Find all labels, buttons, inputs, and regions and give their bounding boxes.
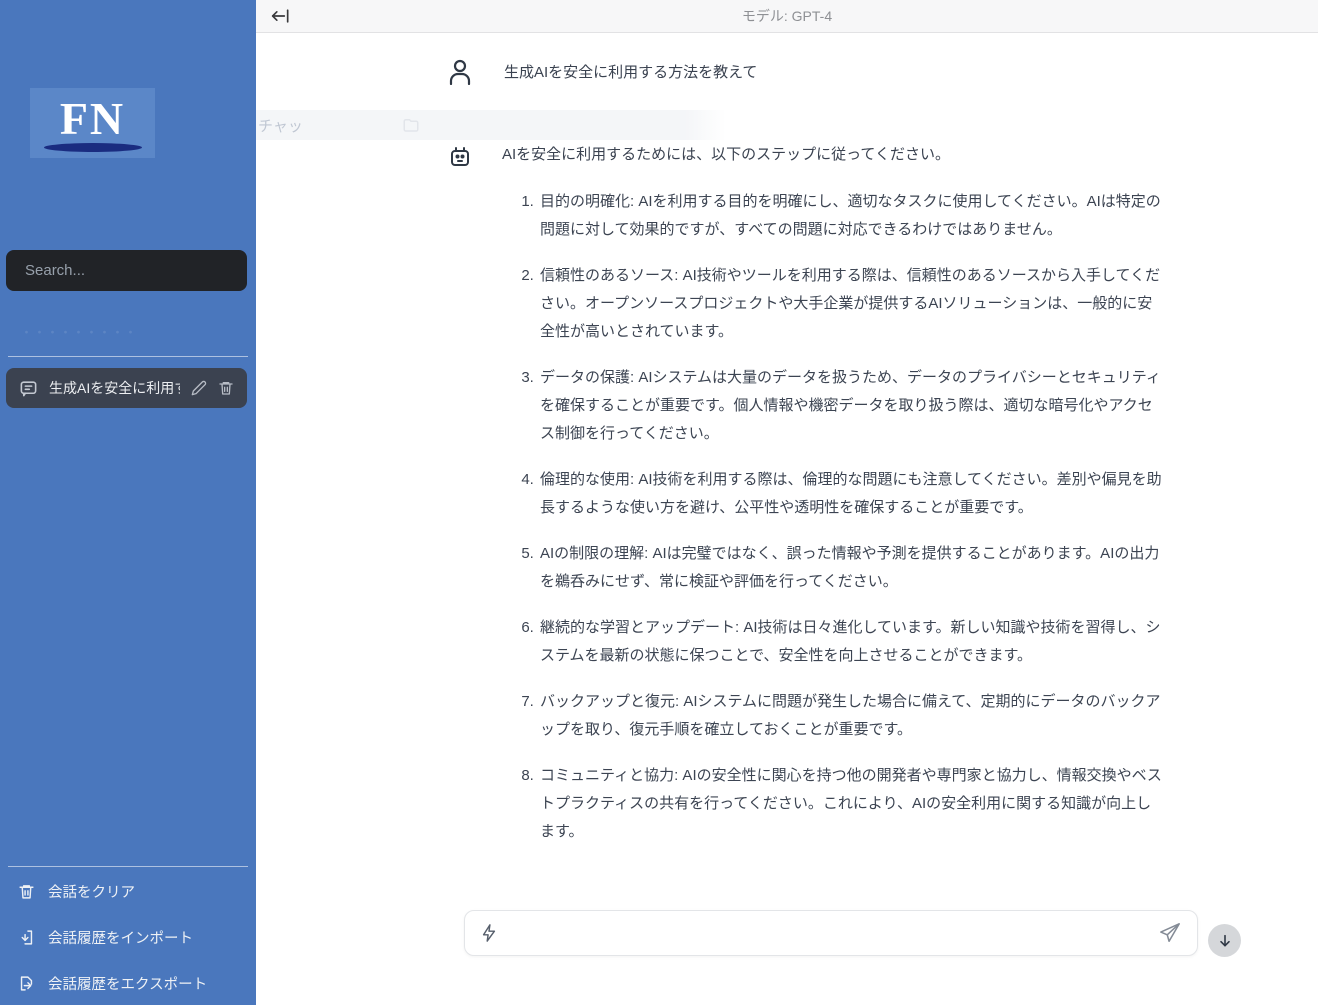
logo-underline bbox=[44, 143, 142, 152]
assistant-step-item: 目的の明確化: AIを利用する目的を明確にし、適切なタスクに使用してください。A… bbox=[538, 188, 1162, 244]
assistant-step-item: 信頼性のあるソース: AI技術やツールを利用する際は、信頼性のあるソースから入手… bbox=[538, 262, 1162, 346]
assistant-icon-column bbox=[448, 140, 470, 864]
user-message-text: 生成AIを安全に利用する方法を教えて bbox=[504, 61, 757, 82]
collapse-sidebar-button[interactable] bbox=[269, 4, 293, 28]
clear-conversation-button[interactable]: 会話をクリア bbox=[18, 878, 135, 904]
composer bbox=[464, 910, 1198, 956]
assistant-step-item: バックアップと復元: AIシステムに問題が発生した場合に備えて、定期的にデータの… bbox=[538, 688, 1162, 744]
trash-icon bbox=[18, 883, 35, 900]
quick-prompt-button[interactable] bbox=[481, 924, 497, 942]
export-history-button[interactable]: 会話履歴をエクスポート bbox=[18, 970, 207, 996]
conversation-title: 生成AIを安全に利用す... bbox=[49, 378, 180, 398]
send-button[interactable] bbox=[1159, 922, 1181, 944]
assistant-step-item: 倫理的な使用: AI技術を利用する際は、倫理的な問題にも注意してください。差別や… bbox=[538, 466, 1162, 522]
message-input[interactable] bbox=[509, 925, 1147, 942]
trash-icon bbox=[218, 380, 234, 396]
delete-conversation-button[interactable] bbox=[218, 380, 234, 396]
sidebar: FN ・・・・・・・・・ 生成AIを安全に利用す... 会話をクリア bbox=[0, 0, 256, 1005]
user-icon bbox=[448, 59, 472, 85]
app-logo: FN bbox=[30, 88, 155, 158]
assistant-intro-text: AIを安全に利用するためには、以下のステップに従ってください。 bbox=[502, 140, 1162, 170]
sidebar-divider-bottom bbox=[8, 866, 248, 867]
chat-bubble-icon bbox=[19, 379, 38, 398]
ghost-artifact-row: ・・・・・・・・・ bbox=[20, 322, 236, 340]
ghost-artifact-band: チャット bbox=[256, 110, 1318, 140]
export-icon bbox=[18, 975, 35, 992]
clear-conversation-label: 会話をクリア bbox=[48, 881, 135, 902]
assistant-step-item: AIの制限の理解: AIは完璧ではなく、誤った情報や予測を提供することがあります… bbox=[538, 540, 1162, 596]
sidebar-divider-top bbox=[8, 356, 248, 357]
logo-text: FN bbox=[60, 96, 125, 142]
main-panel: モデル: GPT-4 生成AIを安全に利用する方法を教えて チャット bbox=[256, 0, 1318, 1005]
lightning-icon bbox=[481, 924, 497, 942]
export-history-label: 会話履歴をエクスポート bbox=[48, 973, 207, 994]
assistant-message-content: AIを安全に利用するためには、以下のステップに従ってください。 目的の明確化: … bbox=[502, 140, 1162, 864]
assistant-step-item: データの保護: AIシステムは大量のデータを扱うため、データのプライバシーとセキ… bbox=[538, 364, 1162, 448]
arrow-down-icon bbox=[1217, 933, 1233, 949]
import-history-button[interactable]: 会話履歴をインポート bbox=[18, 924, 193, 950]
import-icon bbox=[18, 929, 35, 946]
edit-conversation-button[interactable] bbox=[191, 380, 207, 396]
collapse-sidebar-icon bbox=[271, 7, 291, 25]
ghost-text-fragment: チャット bbox=[258, 115, 306, 136]
conversation-list-item[interactable]: 生成AIを安全に利用す... bbox=[6, 368, 247, 408]
assistant-message-row: AIを安全に利用するためには、以下のステップに従ってください。 目的の明確化: … bbox=[256, 140, 1318, 864]
topbar: モデル: GPT-4 bbox=[256, 0, 1318, 33]
folder-ghost-icon bbox=[402, 116, 420, 134]
model-label: モデル: GPT-4 bbox=[256, 6, 1318, 26]
search-input[interactable] bbox=[6, 250, 247, 291]
assistant-steps-list: 目的の明確化: AIを利用する目的を明確にし、適切なタスクに使用してください。A… bbox=[514, 188, 1162, 846]
scroll-to-bottom-button[interactable] bbox=[1208, 924, 1241, 957]
robot-icon bbox=[448, 144, 472, 168]
chat-area: 生成AIを安全に利用する方法を教えて チャット AIを安全に利用するためには、以… bbox=[256, 33, 1318, 1005]
pencil-icon bbox=[191, 380, 207, 396]
import-history-label: 会話履歴をインポート bbox=[48, 927, 193, 948]
send-icon bbox=[1159, 922, 1181, 944]
user-message-row: 生成AIを安全に利用する方法を教えて bbox=[256, 33, 1318, 110]
assistant-step-item: 継続的な学習とアップデート: AI技術は日々進化しています。新しい知識や技術を習… bbox=[538, 614, 1162, 670]
assistant-step-item: コミュニティと協力: AIの安全性に関心を持つ他の開発者や専門家と協力し、情報交… bbox=[538, 762, 1162, 846]
